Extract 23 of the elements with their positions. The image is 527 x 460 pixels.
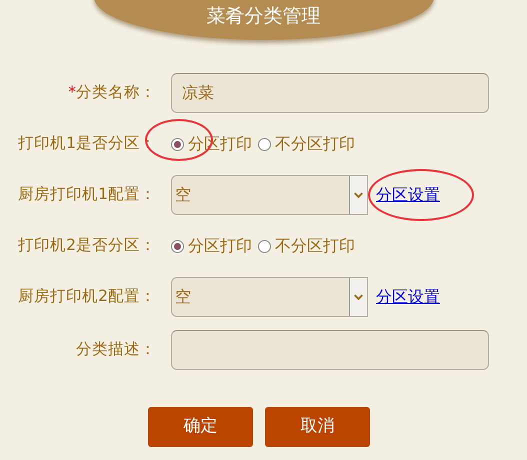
radio-label[interactable]: 不分区打印 — [275, 132, 355, 156]
page-title: 菜肴分类管理 — [206, 4, 320, 28]
radio-button[interactable] — [171, 138, 184, 150]
field-label: 分类描述： — [75, 339, 157, 360]
cancel-button[interactable]: 取消 — [265, 407, 370, 447]
chevron-down-icon[interactable] — [349, 278, 367, 316]
radio-label[interactable]: 分区打印 — [188, 234, 252, 258]
radio-button[interactable] — [258, 138, 271, 150]
radio-button[interactable] — [171, 240, 184, 252]
settings-link[interactable]: 分区设置 — [376, 185, 440, 204]
dropdown-field[interactable]: 空 — [171, 175, 368, 215]
dropdown-field[interactable]: 空 — [171, 277, 368, 317]
input-field[interactable]: 凉菜 — [171, 73, 489, 113]
field-label: 厨房打印机2配置： — [17, 286, 157, 308]
field-label: *分类名称： — [67, 82, 157, 104]
field-label: 打印机2是否分区： — [17, 235, 157, 256]
radio-button[interactable] — [258, 240, 271, 252]
chevron-down-icon[interactable] — [349, 176, 367, 214]
confirm-button[interactable]: 确定 — [148, 407, 253, 447]
radio-label[interactable]: 不分区打印 — [275, 234, 355, 258]
field-label: 厨房打印机1配置： — [17, 184, 157, 206]
settings-link[interactable]: 分区设置 — [376, 287, 440, 306]
input-field[interactable] — [171, 330, 489, 370]
